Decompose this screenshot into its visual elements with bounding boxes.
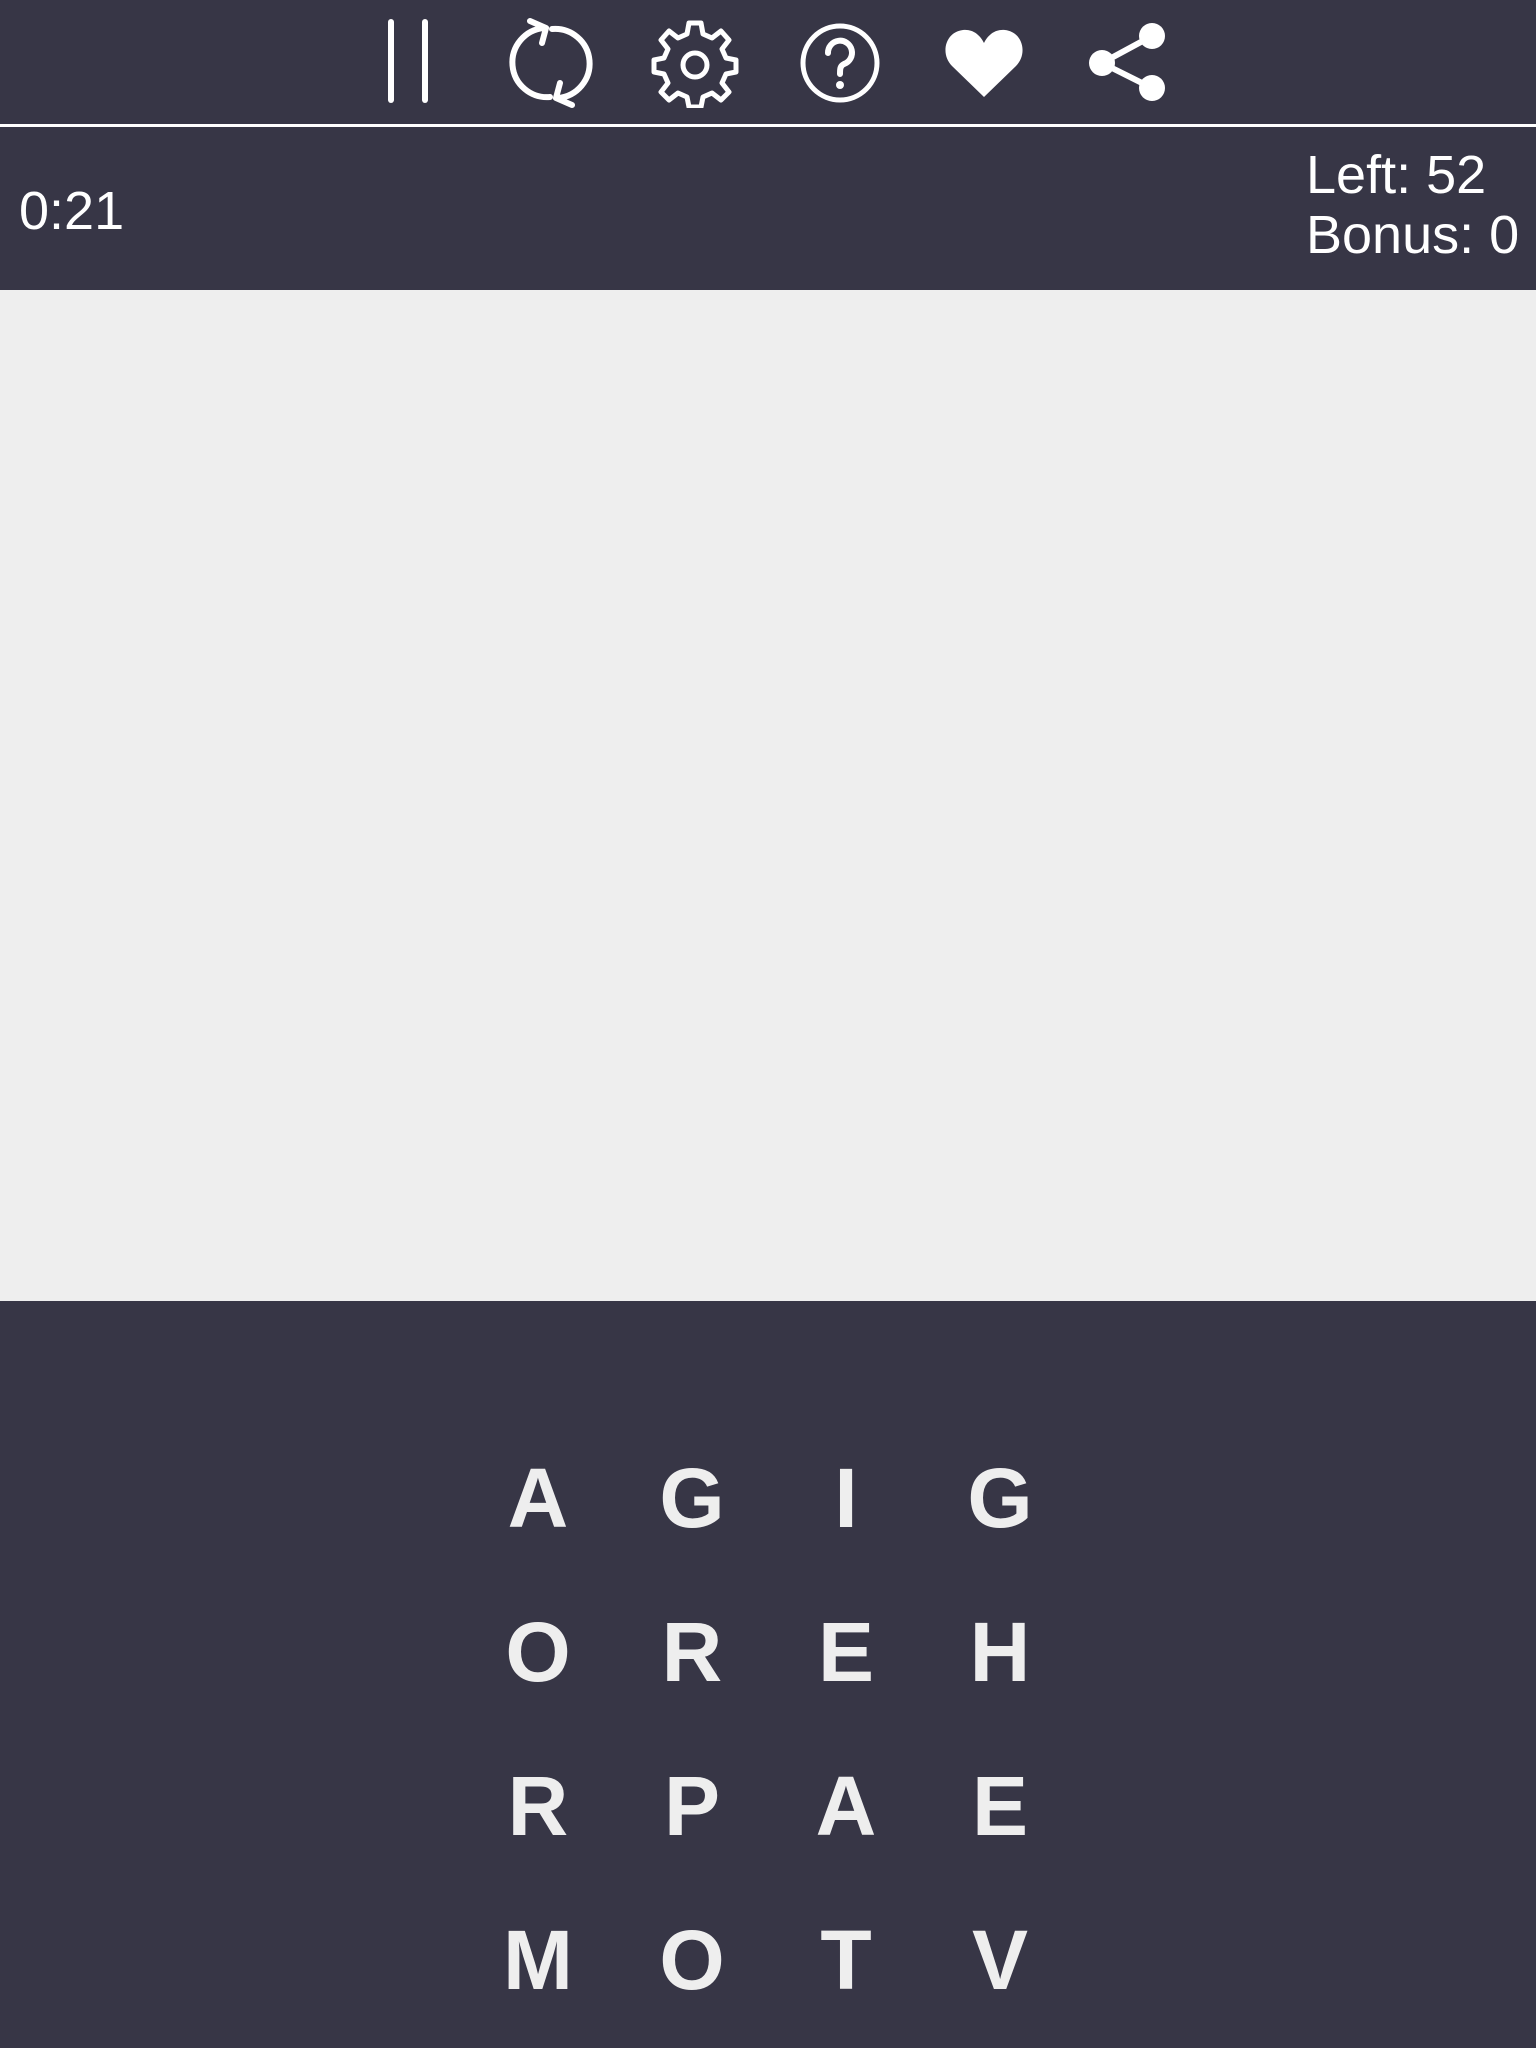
letter-tile[interactable]: G — [615, 1421, 769, 1575]
letter-tile[interactable]: V — [923, 1883, 1077, 2037]
favorite-button[interactable] — [939, 18, 1029, 108]
pause-button[interactable] — [364, 18, 454, 108]
status-bar: 0:21 Left: 52 Bonus: 0 — [0, 127, 1536, 290]
letter-tile[interactable]: A — [769, 1729, 923, 1883]
letter-tile[interactable]: A — [461, 1421, 615, 1575]
heart-icon — [945, 29, 1023, 97]
letter-tile[interactable]: R — [615, 1575, 769, 1729]
letter-board: A G I G O R E H R P A E M O T V — [0, 1301, 1536, 2048]
letter-tile[interactable]: P — [615, 1729, 769, 1883]
toolbar — [0, 0, 1536, 124]
letter-tile[interactable]: O — [461, 1575, 615, 1729]
letter-tile[interactable]: I — [769, 1421, 923, 1575]
help-button[interactable] — [795, 18, 885, 108]
pause-icon — [388, 19, 428, 103]
letter-tile[interactable]: O — [615, 1883, 769, 2037]
settings-button[interactable] — [650, 18, 740, 108]
restart-icon — [509, 18, 593, 108]
letter-tile[interactable]: G — [923, 1421, 1077, 1575]
score-box: Left: 52 Bonus: 0 — [1306, 145, 1519, 265]
bonus-counter: Bonus: 0 — [1306, 205, 1520, 265]
letter-tile[interactable]: H — [923, 1575, 1077, 1729]
words-left-counter: Left: 52 — [1306, 145, 1487, 205]
timer: 0:21 — [19, 181, 125, 241]
letter-tile[interactable]: E — [923, 1729, 1077, 1883]
found-words-area — [0, 290, 1536, 1301]
letter-tile[interactable]: T — [769, 1883, 923, 2037]
letter-tile[interactable]: R — [461, 1729, 615, 1883]
letter-tile[interactable]: E — [769, 1575, 923, 1729]
letter-grid: A G I G O R E H R P A E M O T V — [461, 1421, 1077, 2037]
letter-tile[interactable]: M — [461, 1883, 615, 2037]
settings-gear-icon — [651, 20, 739, 108]
share-button[interactable] — [1083, 18, 1173, 108]
help-question-icon — [800, 23, 880, 103]
share-icon — [1089, 23, 1165, 101]
restart-button[interactable] — [506, 18, 596, 108]
